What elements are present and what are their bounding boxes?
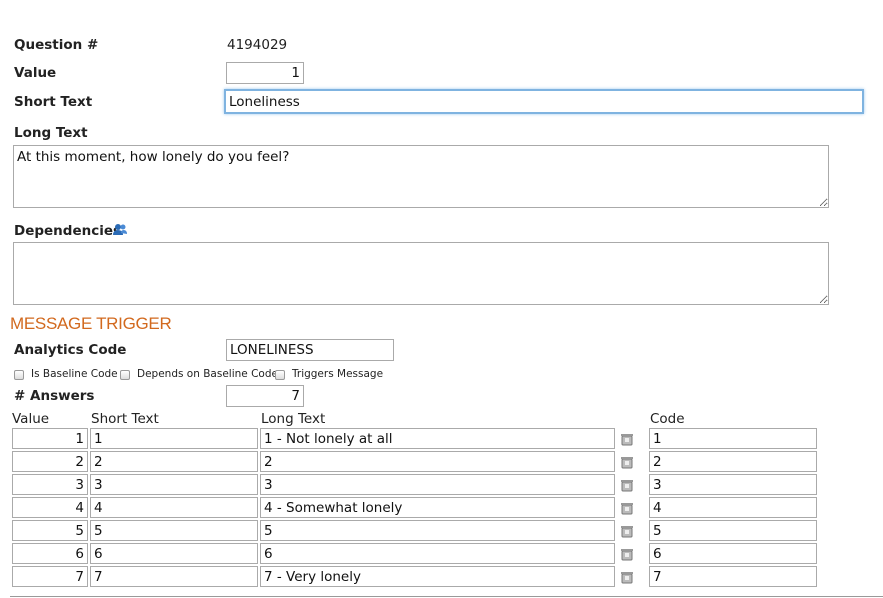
users-icon[interactable]: [112, 222, 128, 236]
answer-code-input[interactable]: [649, 520, 817, 541]
answer-value-input[interactable]: [12, 520, 88, 541]
triggers-message-label: Triggers Message: [292, 368, 384, 380]
answer-code-input[interactable]: [649, 566, 817, 587]
answers-count-label: # Answers: [14, 388, 95, 404]
triggers-message-checkbox[interactable]: [275, 370, 285, 380]
column-header-value: Value: [12, 411, 50, 427]
dependencies-label: Dependencies: [14, 223, 122, 239]
value-label: Value: [14, 65, 57, 81]
trash-icon[interactable]: [620, 546, 634, 561]
depends-on-baseline-code-checkbox[interactable]: [120, 370, 130, 380]
analytics-code-label: Analytics Code: [14, 342, 127, 358]
answer-long-text-input[interactable]: [260, 543, 615, 564]
trash-icon[interactable]: [620, 431, 634, 446]
trash-icon[interactable]: [620, 454, 634, 469]
question-number-value: 4194029: [227, 37, 288, 53]
dependencies-textarea[interactable]: [13, 242, 829, 305]
answer-code-input[interactable]: [649, 428, 817, 449]
answer-long-text-input[interactable]: [260, 497, 615, 518]
answer-value-input[interactable]: [12, 428, 88, 449]
answer-short-text-input[interactable]: [90, 543, 258, 564]
answer-code-input[interactable]: [649, 543, 817, 564]
answers-count-input[interactable]: [226, 385, 304, 407]
answer-short-text-input[interactable]: [90, 451, 258, 472]
answer-long-text-input[interactable]: [260, 566, 615, 587]
is-baseline-code-label: Is Baseline Code: [31, 368, 118, 380]
answer-short-text-input[interactable]: [90, 497, 258, 518]
answer-short-text-input[interactable]: [90, 474, 258, 495]
column-header-long-text: Long Text: [261, 411, 326, 427]
answer-long-text-input[interactable]: [260, 451, 615, 472]
trash-icon[interactable]: [620, 523, 634, 538]
answer-short-text-input[interactable]: [90, 428, 258, 449]
answer-value-input[interactable]: [12, 566, 88, 587]
answer-value-input[interactable]: [12, 497, 88, 518]
value-input[interactable]: [226, 62, 304, 84]
long-text-label: Long Text: [14, 125, 88, 141]
answer-long-text-input[interactable]: [260, 520, 615, 541]
answer-short-text-input[interactable]: [90, 566, 258, 587]
short-text-label: Short Text: [14, 94, 93, 110]
answer-value-input[interactable]: [12, 543, 88, 564]
analytics-code-input[interactable]: [226, 339, 394, 361]
answer-value-input[interactable]: [12, 474, 88, 495]
answer-long-text-input[interactable]: [260, 428, 615, 449]
short-text-input[interactable]: [224, 89, 864, 114]
trash-icon[interactable]: [620, 569, 634, 584]
divider: [10, 596, 883, 597]
answer-long-text-input[interactable]: [260, 474, 615, 495]
long-text-textarea[interactable]: At this moment, how lonely do you feel?: [13, 145, 829, 208]
trash-icon[interactable]: [620, 477, 634, 492]
answer-code-input[interactable]: [649, 474, 817, 495]
answer-value-input[interactable]: [12, 451, 88, 472]
trash-icon[interactable]: [620, 500, 634, 515]
answer-short-text-input[interactable]: [90, 520, 258, 541]
question-number-label: Question #: [14, 37, 99, 53]
answer-code-input[interactable]: [649, 451, 817, 472]
depends-on-baseline-code-label: Depends on Baseline Code: [137, 368, 278, 380]
column-header-short-text: Short Text: [91, 411, 159, 427]
section-title-message-trigger: MESSAGE TRIGGER: [10, 314, 172, 333]
column-header-code: Code: [650, 411, 685, 427]
answer-code-input[interactable]: [649, 497, 817, 518]
is-baseline-code-checkbox[interactable]: [14, 370, 24, 380]
